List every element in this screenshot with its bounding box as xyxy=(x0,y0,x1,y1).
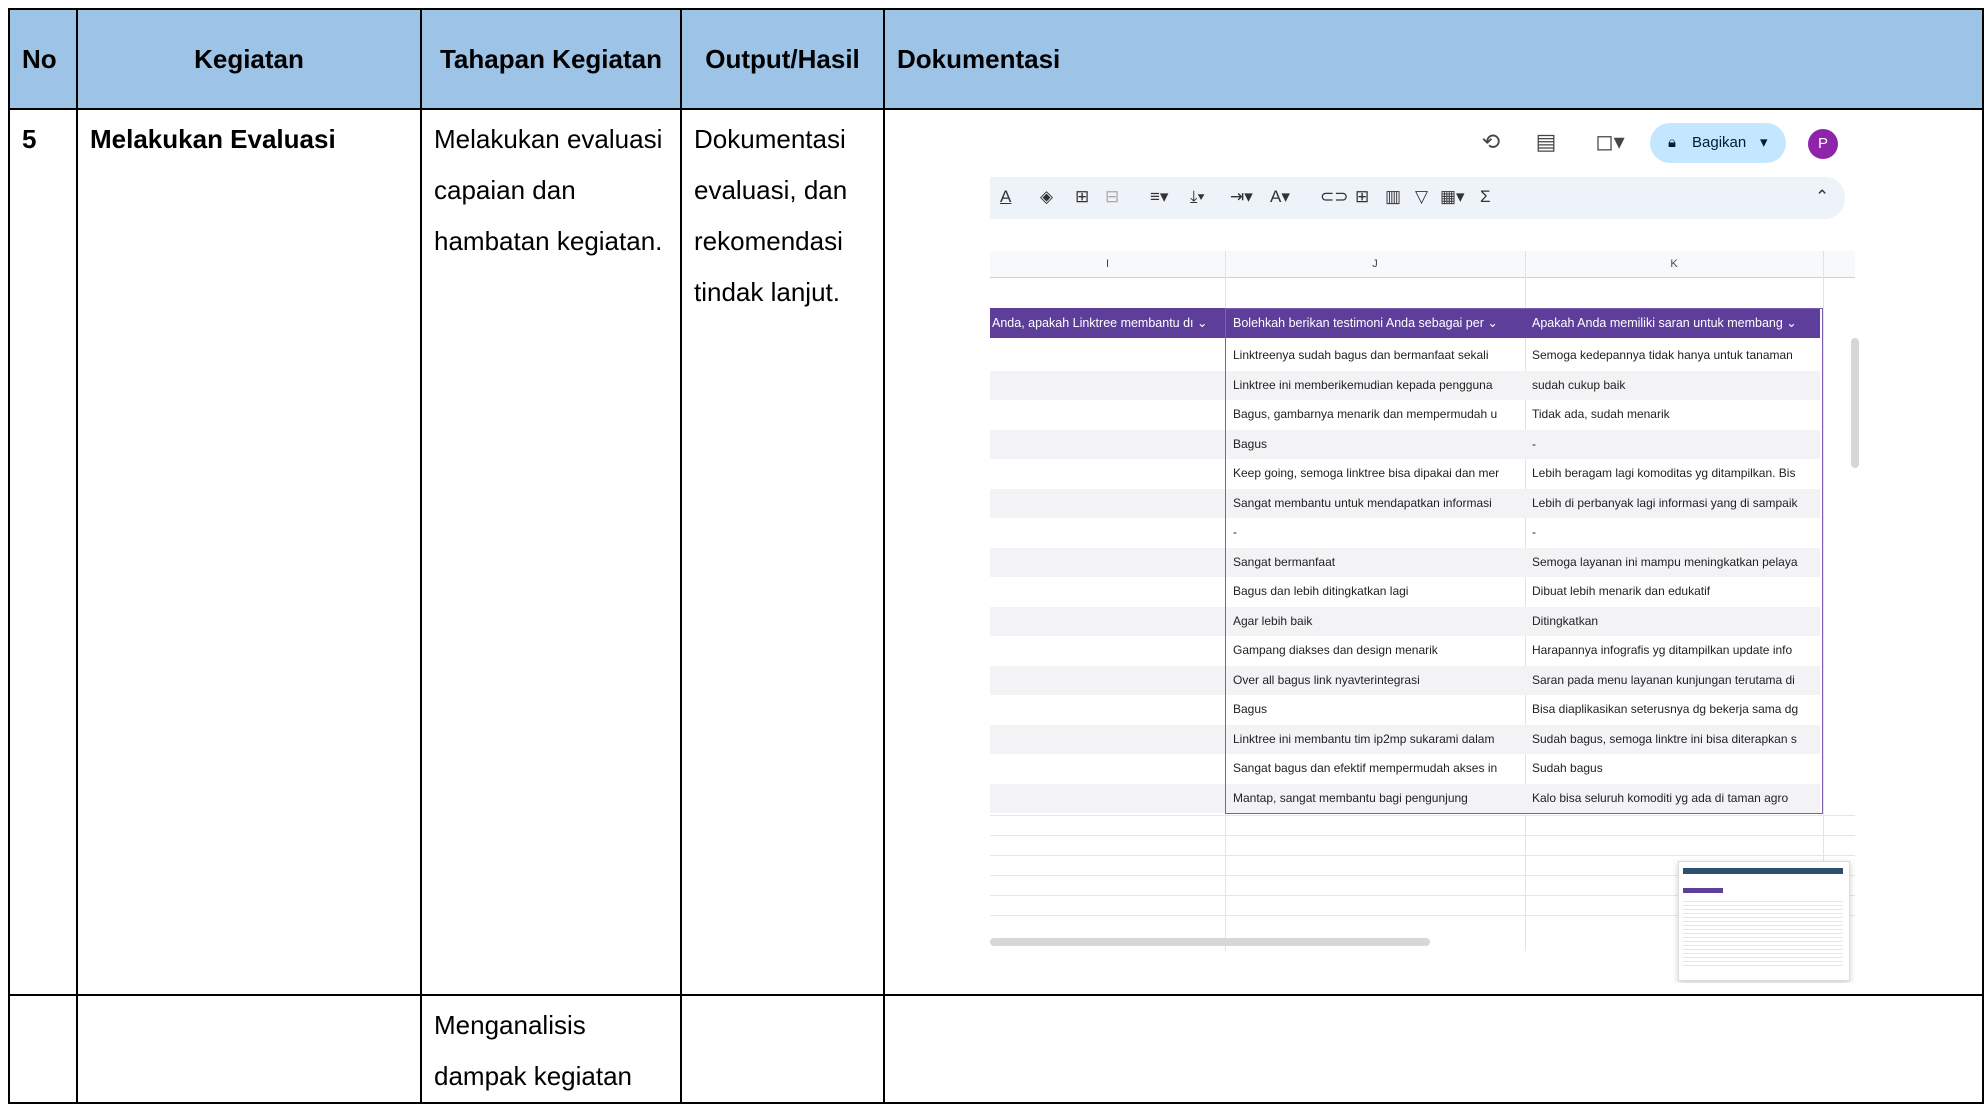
selection-frame xyxy=(1225,308,1823,814)
lock-icon: 🔒︎ xyxy=(1668,134,1676,151)
column-letter[interactable]: J xyxy=(1225,251,1525,277)
collapse-icon[interactable]: ⌃ xyxy=(1815,185,1829,209)
format-toolbar: A ◈ ⊞ ⊟ ≡▾ ⤓▾ ⇥▾ A▾ ⊂⊃ ⊞ ▥ ▽ ▦▾ Σ ⌃ xyxy=(990,177,1845,219)
filter-icon[interactable]: ▽ xyxy=(1415,185,1428,209)
header-output: Output/Hasil xyxy=(680,8,885,110)
activity-output: Dokumentasi evaluasi, dan rekomendasi ti… xyxy=(694,124,848,307)
column-letter[interactable]: K xyxy=(1525,251,1823,277)
vertical-scrollbar[interactable] xyxy=(1851,338,1859,468)
avatar[interactable]: P xyxy=(1808,129,1838,159)
sheets-topbar: ⟲ ▤ ◻▾ 🔒︎ Bagikan ▾ P xyxy=(990,115,1860,175)
text-color-icon[interactable]: A xyxy=(1000,185,1011,209)
row-number: 5 xyxy=(22,124,37,154)
activity-stage: Melakukan evaluasi capaian dan hambatan … xyxy=(434,124,663,256)
header-no: No xyxy=(8,8,78,110)
grid-line xyxy=(1823,251,1824,951)
row-number xyxy=(10,996,76,1000)
grid-line xyxy=(990,855,1855,856)
comment-add-icon[interactable]: ⊞ xyxy=(1355,185,1369,209)
grid-line xyxy=(990,835,1855,836)
comment-icon[interactable]: ▤ xyxy=(1533,129,1559,155)
merge-icon[interactable]: ⊟ xyxy=(1105,185,1119,209)
chart-icon[interactable]: ▥ xyxy=(1385,185,1401,209)
borders-icon[interactable]: ⊞ xyxy=(1075,185,1089,209)
header-tahapan: Tahapan Kegiatan xyxy=(420,8,682,110)
activity-name: Melakukan Evaluasi xyxy=(90,124,336,154)
activity-name xyxy=(78,996,420,1000)
chevron-down-icon: ▾ xyxy=(1760,134,1768,151)
filter-views-icon[interactable]: ▦▾ xyxy=(1440,185,1465,209)
activity-output xyxy=(682,996,883,1000)
documentation-cell xyxy=(883,994,1984,1104)
meet-icon[interactable]: ◻▾ xyxy=(1588,129,1632,155)
column-header-bar: I J K xyxy=(990,251,1855,278)
table-row: Menganalisis dampak kegiatan xyxy=(8,994,1984,1104)
spreadsheet-screenshot: ⟲ ▤ ◻▾ 🔒︎ Bagikan ▾ P A ◈ ⊞ ⊟ ≡▾ ⤓▾ ⇥▾ A… xyxy=(990,115,1860,983)
rotate-icon[interactable]: A▾ xyxy=(1270,185,1290,209)
preview-thumbnail xyxy=(1678,861,1850,981)
header-kegiatan: Kegiatan xyxy=(76,8,422,110)
activity-stage: Menganalisis dampak kegiatan xyxy=(434,1010,633,1091)
header-dokumentasi: Dokumentasi xyxy=(883,8,1984,110)
align-icon[interactable]: ≡▾ xyxy=(1150,185,1168,209)
valign-icon[interactable]: ⤓▾ xyxy=(1190,185,1205,209)
fill-color-icon[interactable]: ◈ xyxy=(1040,185,1053,209)
horizontal-scrollbar[interactable] xyxy=(990,938,1430,946)
functions-icon[interactable]: Σ xyxy=(1480,185,1491,209)
history-icon[interactable]: ⟲ xyxy=(1478,129,1504,155)
grid-line xyxy=(990,815,1855,816)
link-icon[interactable]: ⊂⊃ xyxy=(1320,185,1349,209)
wrap-icon[interactable]: ⇥▾ xyxy=(1230,185,1253,209)
column-letter[interactable]: I xyxy=(990,251,1225,277)
share-button[interactable]: 🔒︎ Bagikan ▾ xyxy=(1650,123,1786,163)
header-cell[interactable]: Anda, apakah Linktree membantu dı ⌄ xyxy=(992,308,1222,338)
